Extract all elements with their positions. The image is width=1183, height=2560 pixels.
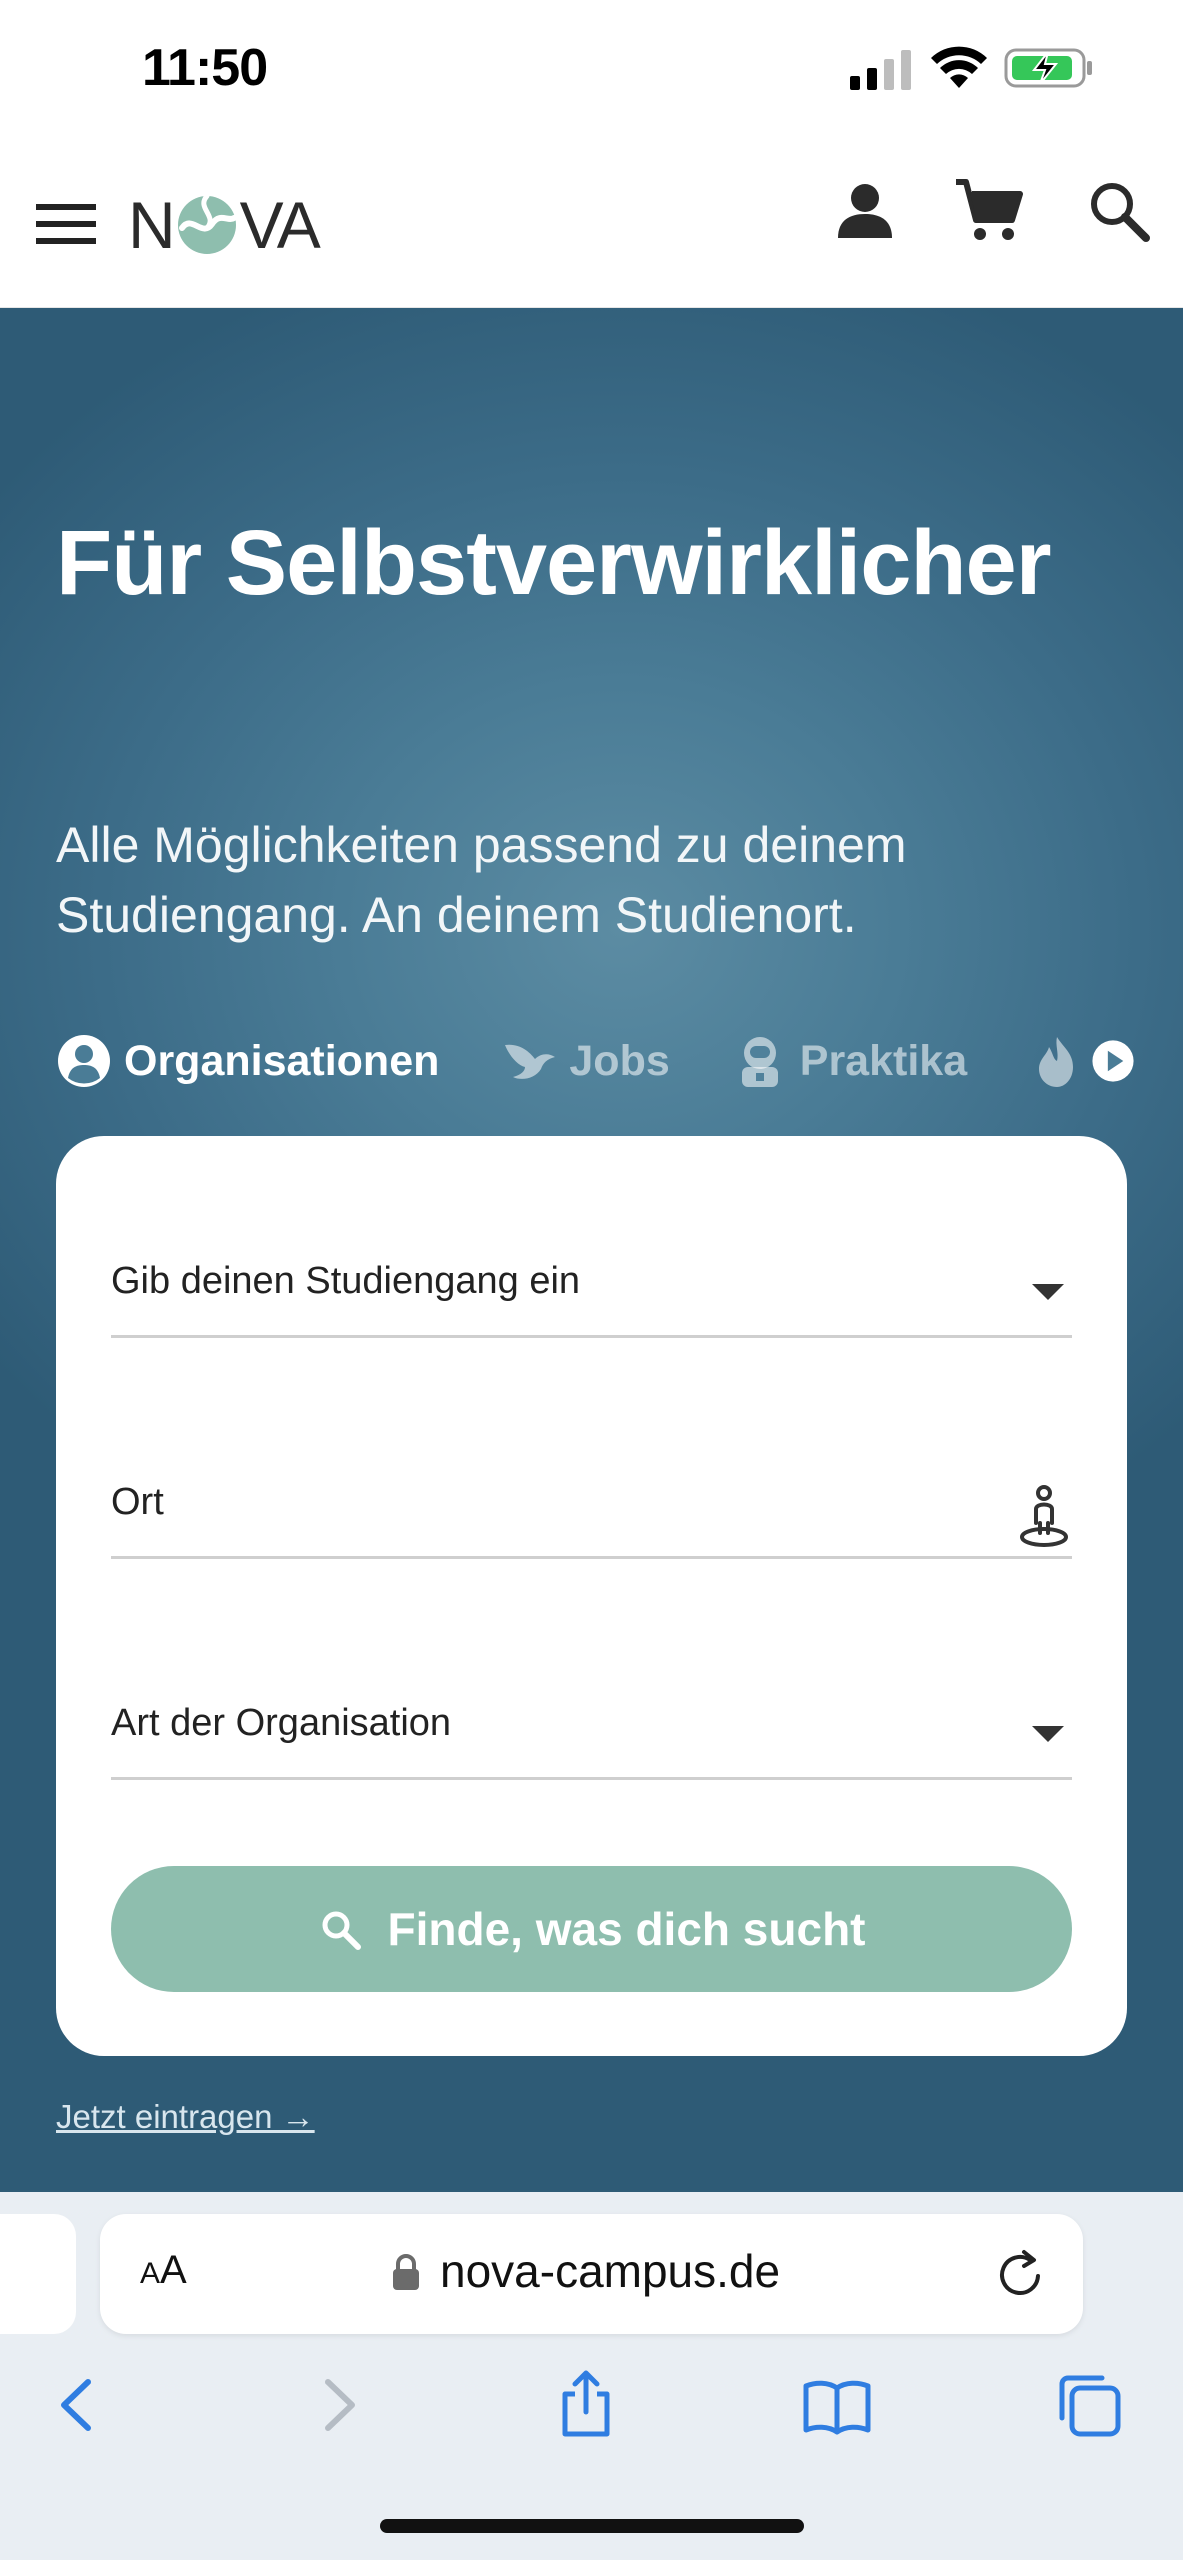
tabs-overview-icon[interactable]	[1054, 2370, 1124, 2440]
hero-subtitle: Alle Möglichkeiten passend zu deinem Stu…	[56, 817, 907, 943]
share-icon[interactable]	[551, 2370, 621, 2440]
dropdown-arrow-icon	[1032, 1726, 1064, 1742]
previous-tab-preview[interactable]	[0, 2214, 76, 2334]
location-field[interactable]: Ort	[111, 1417, 1072, 1559]
search-icon	[322, 1911, 361, 1950]
dropdown-arrow-icon	[1032, 1284, 1064, 1300]
hero-section: Für Selbstverwirklicher Alle Möglichkeit…	[0, 308, 1183, 2192]
tab-label: Organisationen	[124, 1036, 440, 1085]
search-card: Gib deinen Studiengang ein Ort Art der O…	[56, 1136, 1127, 2056]
tab-jobs[interactable]: Jobs	[501, 1033, 670, 1089]
user-circle-icon	[58, 1035, 110, 1087]
site-header: N VA	[0, 140, 1183, 308]
find-button[interactable]: Finde, was dich sucht	[111, 1866, 1072, 1992]
url-text: nova-campus.de	[440, 2245, 781, 2297]
flame-icon	[1039, 1037, 1074, 1087]
location-pin-person-icon[interactable]	[1016, 1483, 1072, 1549]
register-link[interactable]: Jetzt eintragen →	[56, 2098, 315, 2136]
lock-icon	[393, 2254, 419, 2290]
bookmarks-icon[interactable]	[802, 2370, 872, 2440]
org-type-select[interactable]: Art der Organisation	[111, 1638, 1072, 1780]
cellular-signal-icon	[850, 50, 911, 90]
logo-text-right: VA	[239, 188, 321, 262]
org-type-placeholder: Art der Organisation	[111, 1702, 452, 1744]
forward-icon[interactable]	[302, 2370, 372, 2440]
status-bar: 11:50	[0, 0, 1183, 140]
battery-charging-icon	[1004, 48, 1092, 88]
play-circle-icon	[1092, 1040, 1134, 1082]
hero-title: Für Selbstverwirklicher	[56, 512, 1052, 614]
more-tabs[interactable]	[1029, 1033, 1137, 1089]
address-bar[interactable]: AA nova-campus.de	[100, 2214, 1083, 2334]
home-indicator[interactable]	[380, 2519, 804, 2533]
find-button-label: Finde, was dich sucht	[387, 1903, 866, 1955]
cart-icon[interactable]	[952, 174, 1026, 248]
browser-toolbar: AA nova-campus.de	[0, 2192, 1183, 2560]
back-icon[interactable]	[44, 2370, 114, 2440]
reload-icon[interactable]	[992, 2246, 1048, 2302]
bird-icon	[505, 1044, 556, 1079]
nova-logo[interactable]: N VA	[128, 180, 321, 270]
logo-text-left: N	[128, 188, 176, 262]
tab-label: Praktika	[799, 1036, 968, 1085]
astronaut-icon	[741, 1037, 778, 1087]
study-field-select[interactable]: Gib deinen Studiengang ein	[111, 1196, 1072, 1338]
account-icon[interactable]	[830, 176, 900, 246]
text-size-button[interactable]: AA	[140, 2248, 187, 2293]
tab-organisationen[interactable]: Organisationen	[56, 1033, 439, 1089]
wifi-icon	[931, 46, 987, 88]
logo-mark-icon	[177, 194, 237, 254]
status-time: 11:50	[142, 39, 268, 97]
search-icon[interactable]	[1084, 176, 1154, 246]
study-field-placeholder: Gib deinen Studiengang ein	[111, 1260, 581, 1302]
hamburger-menu-icon[interactable]	[34, 192, 98, 256]
location-placeholder: Ort	[111, 1481, 164, 1523]
tab-label: Jobs	[569, 1036, 670, 1085]
tab-praktika[interactable]: Praktika	[732, 1033, 967, 1089]
category-tabs: Organisationen Jobs Praktika	[56, 1026, 1183, 1096]
